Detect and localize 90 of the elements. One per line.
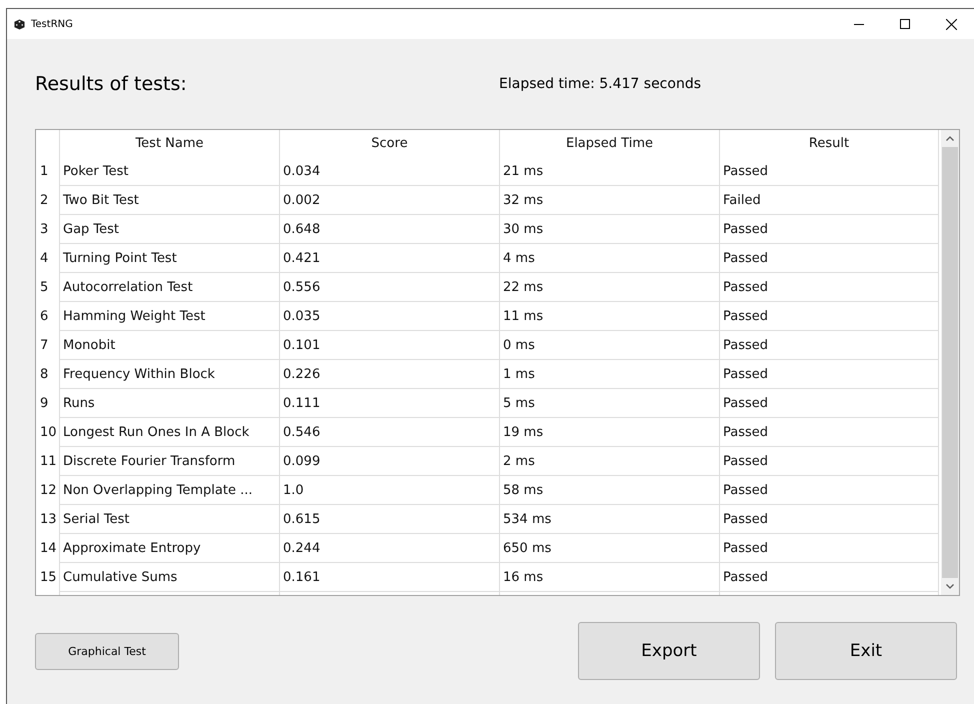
column-header[interactable]: Result [720, 130, 939, 157]
table-cell: 16 ms [500, 563, 720, 592]
exit-button[interactable]: Exit [775, 622, 957, 680]
table-cell: 5 ms [500, 389, 720, 418]
table-cell: 0.161 [280, 563, 500, 592]
scrollbar-thumb[interactable] [942, 147, 958, 578]
table-cell: 0 ms [500, 331, 720, 360]
table-cell: 4 ms [500, 244, 720, 273]
table-cell: 0.002 [280, 186, 500, 215]
row-number: 12 [36, 476, 60, 505]
graphical-test-button[interactable]: Graphical Test [35, 632, 179, 670]
row-number: 1 [36, 157, 60, 186]
table-cell: Monobit [60, 331, 280, 360]
table-cell: Longest Run Ones In A Block [60, 418, 280, 447]
table-cell: Passed [720, 244, 939, 273]
table-cell: Passed [720, 273, 939, 302]
table-cell: Failed [720, 186, 939, 215]
table-cell: 30 ms [500, 215, 720, 244]
table-cell: 534 ms [500, 505, 720, 534]
column-header[interactable]: Score [280, 130, 500, 157]
table-cell: Two Bit Test [60, 186, 280, 215]
table-cell: Serial Test [60, 505, 280, 534]
window-title: TestRNG [31, 18, 73, 30]
column-header[interactable]: Test Name [60, 130, 280, 157]
table-cell: 0.546 [280, 418, 500, 447]
table-cell: Passed [720, 505, 939, 534]
row-number: 13 [36, 505, 60, 534]
table-cell: Runs [60, 389, 280, 418]
row-number: 4 [36, 244, 60, 273]
export-button[interactable]: Export [578, 622, 760, 680]
table-cell: 0.111 [280, 389, 500, 418]
table-cell: 0.035 [280, 302, 500, 331]
row-number: 7 [36, 331, 60, 360]
row-number: 10 [36, 418, 60, 447]
table-cell: Passed [720, 534, 939, 563]
table-cell: 0.648 [280, 215, 500, 244]
elapsed-time: Elapsed time: 5.417 seconds [499, 76, 701, 92]
table-cell: Passed [720, 360, 939, 389]
row-number: 11 [36, 447, 60, 476]
table-cell: 0.556 [280, 273, 500, 302]
table-cell: Gap Test [60, 215, 280, 244]
table-cell: Frequency Within Block [60, 360, 280, 389]
table-cell: 19 ms [500, 418, 720, 447]
close-icon [946, 18, 956, 30]
table-cell: Passed [720, 418, 939, 447]
table-cell: 0.421 [280, 244, 500, 273]
table-cell: Non Overlapping Template ... [60, 476, 280, 505]
table-cell: Passed [720, 302, 939, 331]
table-cell: Autocorrelation Test [60, 273, 280, 302]
table-cell: 0.101 [280, 331, 500, 360]
table-cell: 21 ms [500, 157, 720, 186]
row-number: 5 [36, 273, 60, 302]
table-cell: 0.615 [280, 505, 500, 534]
column-header[interactable]: Elapsed Time [500, 130, 720, 157]
table-cell: 2 ms [500, 447, 720, 476]
maximize-icon [900, 19, 910, 29]
table-cell: Poker Test [60, 157, 280, 186]
row-number: 15 [36, 563, 60, 592]
table-cell: 0.099 [280, 447, 500, 476]
row-number: 3 [36, 215, 60, 244]
row-number: 14 [36, 534, 60, 563]
table-cell: Cumulative Sums [60, 563, 280, 592]
row-number: 2 [36, 186, 60, 215]
table-cell: Passed [720, 476, 939, 505]
table-cell: 58 ms [500, 476, 720, 505]
table-cell: 32 ms [500, 186, 720, 215]
scrollbar[interactable] [941, 130, 959, 595]
table-cell: Passed [720, 331, 939, 360]
table-cell: 22 ms [500, 273, 720, 302]
table-cell: Passed [720, 389, 939, 418]
table-cell: Passed [720, 157, 939, 186]
table-cell: Hamming Weight Test [60, 302, 280, 331]
table-cell: Discrete Fourier Transform [60, 447, 280, 476]
dice-icon [14, 18, 25, 30]
table-cell: 11 ms [500, 302, 720, 331]
table-cell: 650 ms [500, 534, 720, 563]
table-cell: Approximate Entropy [60, 534, 280, 563]
table-cell: Passed [720, 563, 939, 592]
table-cell: Passed [720, 447, 939, 476]
results-heading: Results of tests: [35, 73, 188, 95]
table-cell: 1.0 [280, 476, 500, 505]
table-cell: 0.244 [280, 534, 500, 563]
table-cell: Passed [720, 215, 939, 244]
table-cell: 0.226 [280, 360, 500, 389]
table-cell: 0.034 [280, 157, 500, 186]
row-number: 8 [36, 360, 60, 389]
row-number: 6 [36, 302, 60, 331]
table-cell: 1 ms [500, 360, 720, 389]
row-number: 9 [36, 389, 60, 418]
table-cell: Turning Point Test [60, 244, 280, 273]
